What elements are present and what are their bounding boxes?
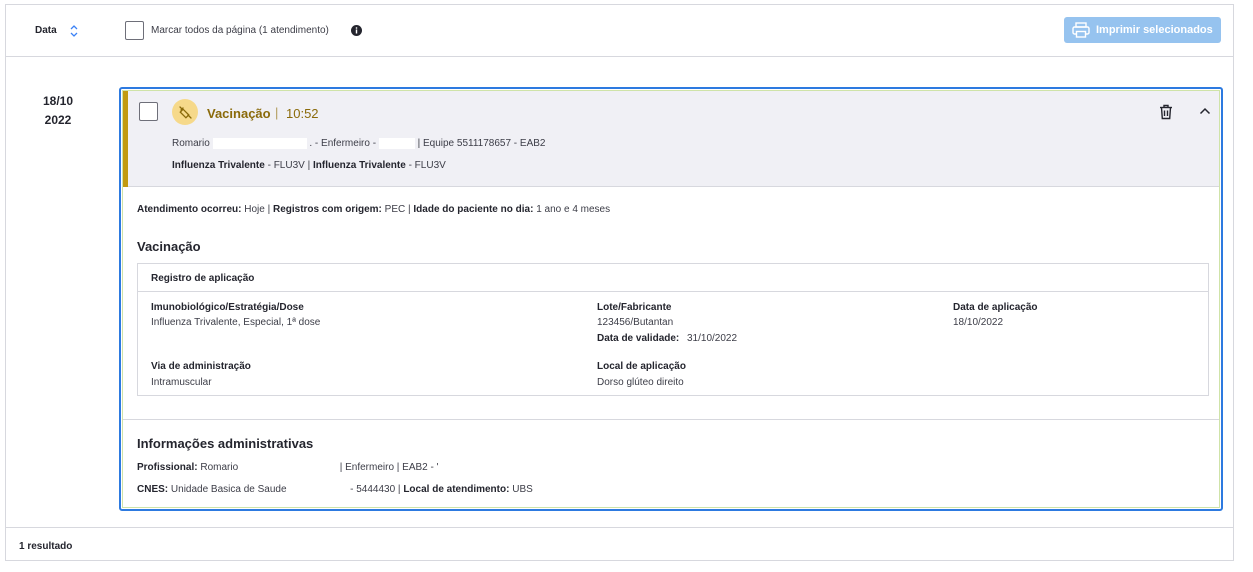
professional-name: Romario — [172, 138, 210, 150]
info-icon[interactable] — [351, 25, 362, 36]
application-record-title: Registro de aplicação — [151, 273, 255, 284]
results-count: 1 resultado — [19, 541, 73, 552]
syringe-icon — [172, 99, 198, 125]
redacted-cns — [378, 138, 415, 149]
application-date-value: 18/10/2022 — [953, 317, 1004, 328]
validity-label: Data de validade: — [597, 333, 680, 344]
vaccination-card: Vacinação | 10:52 Romario . - Enfermeiro… — [119, 87, 1223, 511]
print-selected-button[interactable]: Imprimir selecionados — [1064, 17, 1221, 43]
card-checkbox[interactable] — [139, 102, 158, 121]
application-date-label: Data de aplicação — [953, 302, 1038, 313]
lot-value: 123456/Butantan — [597, 317, 674, 328]
site-value: Dorso glúteo direito — [597, 377, 684, 388]
application-record-box: Registro de aplicação Imunobiológico/Est… — [137, 263, 1209, 396]
immuno-value: Influenza Trivalente, Especial, 1ª dose — [151, 317, 321, 328]
redacted-professional — [240, 462, 337, 473]
cnes-code: - 5444430 | — [350, 484, 401, 496]
cnes-label: CNES: — [137, 484, 169, 496]
sort-icon[interactable] — [69, 23, 79, 39]
occurred-label: Atendimento ocorreu: — [137, 204, 242, 215]
select-all-label: Marcar todos da página (1 atendimento) — [151, 25, 329, 36]
origin-label: Registros com origem: — [272, 204, 382, 215]
entry-type: Vacinação — [207, 106, 271, 121]
vaccination-section-title: Vacinação — [137, 239, 201, 254]
attendance-summary: Atendimento ocorreu: Hoje | Registros co… — [137, 204, 610, 215]
immuno-label: Imunobiológico/Estratégia/Dose — [151, 302, 304, 313]
vaccines-line: Influenza Trivalente - FLU3V | Influenza… — [172, 160, 446, 171]
lot-label: Lote/Fabricante — [597, 302, 672, 313]
vaccine-name-2: Influenza Trivalente — [312, 160, 406, 171]
select-all-checkbox[interactable] — [125, 21, 144, 40]
sort-date-label[interactable]: Data — [35, 25, 57, 36]
entry-time: 10:52 — [286, 106, 319, 121]
trash-icon[interactable] — [1159, 104, 1173, 120]
entry-date-year: 2022 — [44, 113, 72, 127]
location-value: UBS — [512, 484, 533, 496]
origin-value: PEC | — [384, 204, 411, 215]
application-record-header: Registro de aplicação — [138, 264, 1208, 292]
redacted-name — [212, 138, 307, 149]
admin-cnes: CNES: Unidade Basica de Saude - 5444430 … — [137, 484, 533, 495]
team-info: | Equipe 5511178657 - EAB2 — [417, 138, 546, 150]
admin-section-title: Informações administrativas — [137, 436, 314, 451]
title-separator: | — [275, 105, 279, 120]
validity-value: 31/10/2022 — [687, 333, 738, 344]
location-label: Local de atendimento: — [403, 484, 510, 496]
professional-line: Romario . - Enfermeiro - | Equipe 551117… — [172, 138, 546, 149]
professional-details: | Enfermeiro | EAB2 - ' — [339, 462, 439, 474]
results-footer: 1 resultado — [6, 527, 1233, 561]
chevron-up-icon[interactable] — [1199, 107, 1211, 115]
professional-role: . - Enfermeiro - — [309, 138, 377, 150]
accent-bar — [123, 91, 128, 187]
professional-label: Profissional: — [137, 462, 198, 474]
occurred-value: Hoje | — [244, 204, 271, 215]
redacted-unit — [289, 484, 348, 495]
entry-date-day: 18/10 — [42, 94, 74, 108]
cnes-value: Unidade Basica de Saude — [170, 484, 287, 496]
age-label: Idade do paciente no dia: — [413, 204, 534, 215]
professional-value: Romario — [200, 462, 239, 474]
print-selected-label: Imprimir selecionados — [1096, 24, 1213, 36]
site-label: Local de aplicação — [597, 361, 686, 372]
route-label: Via de administração — [151, 361, 251, 372]
vaccine-name-1: Influenza Trivalente — [172, 160, 265, 171]
vaccine-code-1: - FLU3V | — [267, 160, 311, 171]
card-header[interactable]: Vacinação | 10:52 Romario . - Enfermeiro… — [123, 91, 1219, 187]
printer-icon — [1072, 22, 1090, 38]
route-value: Intramuscular — [151, 377, 212, 388]
entry-date: 18/10 2022 — [35, 92, 81, 130]
vaccine-code-2: - FLU3V — [408, 160, 446, 171]
age-value: 1 ano e 4 meses — [536, 204, 611, 215]
toolbar: Data Marcar todos da página (1 atendimen… — [6, 5, 1233, 57]
admin-professional: Profissional: Romario | Enfermeiro | EAB… — [137, 462, 439, 473]
results-panel: Data Marcar todos da página (1 atendimen… — [5, 4, 1234, 561]
section-divider — [123, 419, 1219, 420]
card-body: Vacinação | 10:52 Romario . - Enfermeiro… — [122, 90, 1220, 508]
